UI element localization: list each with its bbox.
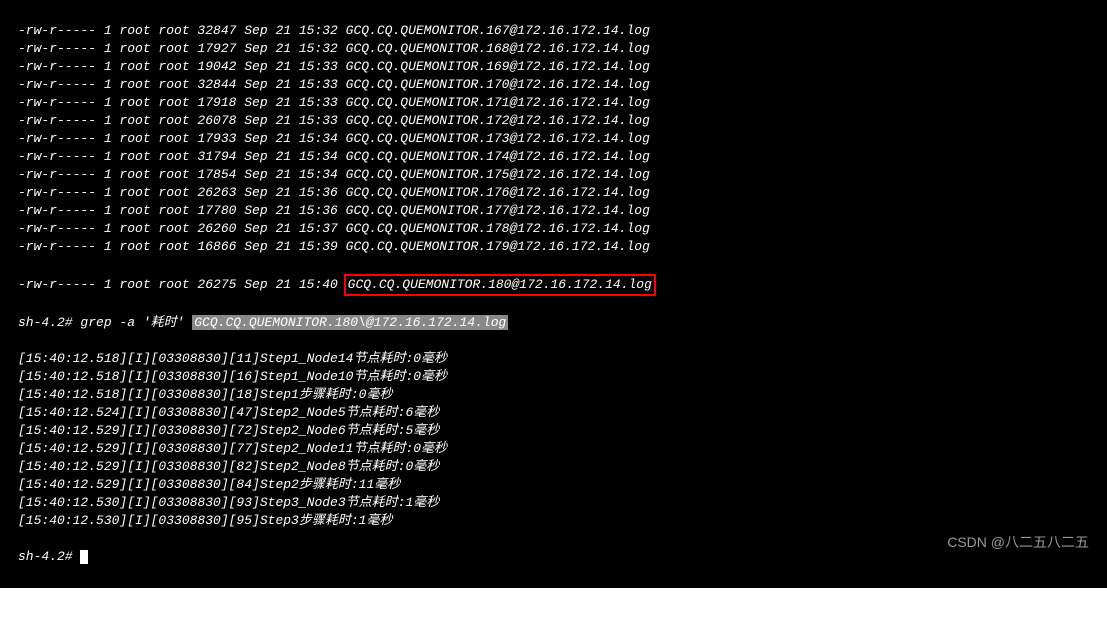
ls-row: -rw-r----- 1 root root 26263 Sep 21 15:3… (0, 184, 1107, 202)
terminal-output[interactable]: -rw-r----- 1 root root 32847 Sep 21 15:3… (0, 0, 1107, 588)
ls-row: -rw-r----- 1 root root 32844 Sep 21 15:3… (0, 76, 1107, 94)
grep-output-line: [15:40:12.529][I][03308830][72]Step2_Nod… (0, 422, 1107, 440)
ls-row: -rw-r----- 1 root root 16866 Sep 21 15:3… (0, 238, 1107, 256)
ls-row: -rw-r----- 1 root root 17854 Sep 21 15:3… (0, 166, 1107, 184)
ls-row: -rw-r----- 1 root root 19042 Sep 21 15:3… (0, 58, 1107, 76)
grep-output-line: [15:40:12.530][I][03308830][95]Step3步骤耗时… (0, 512, 1107, 530)
command-line-1: sh-4.2# grep -a '耗时' GCQ.CQ.QUEMONITOR.1… (0, 314, 1107, 332)
grep-output-line: [15:40:12.530][I][03308830][93]Step3_Nod… (0, 494, 1107, 512)
ls-row: -rw-r----- 1 root root 17780 Sep 21 15:3… (0, 202, 1107, 220)
grep-output-line: [15:40:12.529][I][03308830][82]Step2_Nod… (0, 458, 1107, 476)
highlighted-filename: GCQ.CQ.QUEMONITOR.180@172.16.172.14.log (344, 274, 656, 296)
ls-row: -rw-r----- 1 root root 32847 Sep 21 15:3… (0, 22, 1107, 40)
ls-row: -rw-r----- 1 root root 17918 Sep 21 15:3… (0, 94, 1107, 112)
grep-output-line: [15:40:12.529][I][03308830][84]Step2步骤耗时… (0, 476, 1107, 494)
watermark-text: CSDN @八二五八二五 (947, 532, 1089, 552)
ls-row-highlighted: -rw-r----- 1 root root 26275 Sep 21 15:4… (0, 274, 1107, 296)
ls-row: -rw-r----- 1 root root 26078 Sep 21 15:3… (0, 112, 1107, 130)
command-line-2[interactable]: sh-4.2# (0, 548, 1107, 566)
ls-row: -rw-r----- 1 root root 26260 Sep 21 15:3… (0, 220, 1107, 238)
grep-filename-arg: GCQ.CQ.QUEMONITOR.180\@172.16.172.14.log (192, 315, 508, 330)
ls-row: -rw-r----- 1 root root 17927 Sep 21 15:3… (0, 40, 1107, 58)
grep-output-line: [15:40:12.518][I][03308830][18]Step1步骤耗时… (0, 386, 1107, 404)
grep-output-line: [15:40:12.524][I][03308830][47]Step2_Nod… (0, 404, 1107, 422)
grep-output-line: [15:40:12.529][I][03308830][77]Step2_Nod… (0, 440, 1107, 458)
ls-row: -rw-r----- 1 root root 31794 Sep 21 15:3… (0, 148, 1107, 166)
grep-output-line: [15:40:12.518][I][03308830][16]Step1_Nod… (0, 368, 1107, 386)
cursor-icon (80, 550, 88, 564)
grep-output-line: [15:40:12.518][I][03308830][11]Step1_Nod… (0, 350, 1107, 368)
ls-row: -rw-r----- 1 root root 17933 Sep 21 15:3… (0, 130, 1107, 148)
